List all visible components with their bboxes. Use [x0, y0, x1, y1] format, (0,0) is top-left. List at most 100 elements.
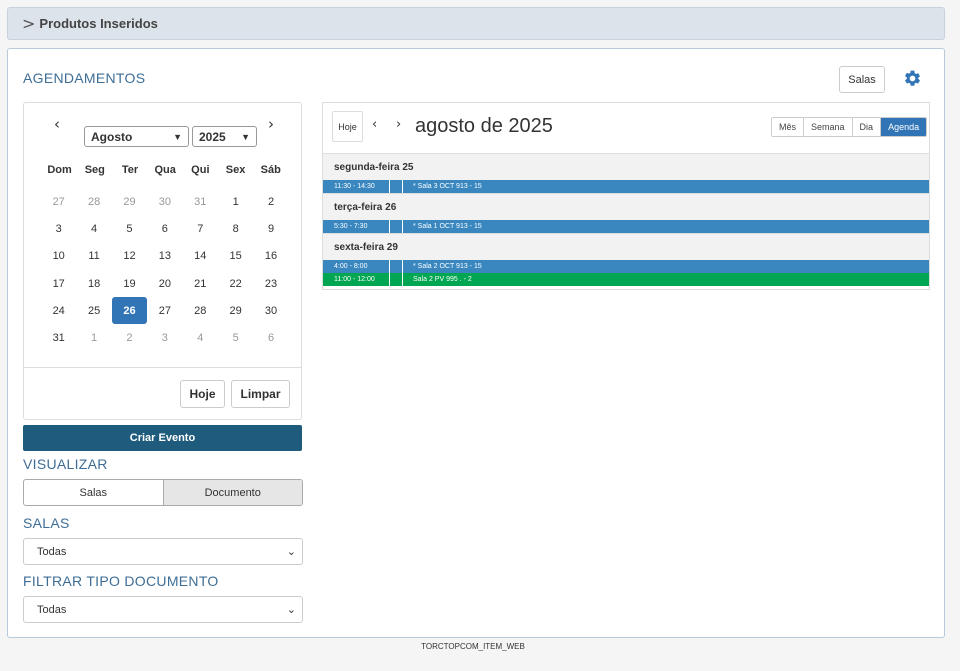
- weekday-label: Ter: [121, 164, 139, 176]
- filtrar-select-value: Todas: [37, 603, 67, 616]
- day-cell[interactable]: 30: [147, 188, 182, 215]
- visualizar-toggle: Salas Documento: [23, 479, 303, 506]
- view-semana-button[interactable]: Semana: [804, 118, 853, 136]
- weekday-label: Sáb: [260, 164, 281, 176]
- mini-calendar: ‹ Agosto ▼ 2025 ▼ › Dom Seg Ter Qua Qui Sex Sáb …: [23, 102, 302, 420]
- gear-icon[interactable]: [901, 67, 923, 89]
- day-cell-selected[interactable]: 26: [111, 297, 148, 325]
- calendar-title: agosto de 2025: [415, 115, 553, 137]
- agenda-event[interactable]: 4:00 - 8:00 * Sala 2 OCT 913 - 15: [323, 260, 929, 273]
- day-cell[interactable]: 8: [218, 215, 253, 242]
- agenda-day-header: sexta-feira 29: [323, 233, 929, 260]
- visualizar-salas-option[interactable]: Salas: [24, 480, 163, 505]
- day-cell[interactable]: 25: [76, 297, 111, 324]
- calendar-hoje-button[interactable]: Hoje: [332, 111, 363, 142]
- chevron-down-icon: ▼: [173, 131, 182, 142]
- agenda-event[interactable]: 11:00 - 12:00 Sala 2 PV 995 . - 2: [323, 273, 929, 286]
- produtos-inseridos-header[interactable]: > Produtos Inseridos: [7, 7, 945, 40]
- year-select-value: 2025: [199, 129, 226, 144]
- filtrar-select[interactable]: Todas ⌄: [23, 596, 303, 623]
- month-select-value: Agosto: [91, 129, 133, 144]
- day-cell[interactable]: 29: [112, 188, 147, 215]
- produtos-inseridos-title: Produtos Inseridos: [39, 16, 158, 31]
- day-cell[interactable]: 14: [183, 243, 218, 270]
- day-cell[interactable]: 28: [183, 297, 218, 324]
- chevron-down-icon: ▼: [241, 131, 250, 142]
- limpar-button[interactable]: Limpar: [231, 380, 290, 408]
- event-time: 5:30 - 7:30: [334, 223, 368, 230]
- day-cell[interactable]: 13: [147, 243, 182, 270]
- month-select[interactable]: Agosto ▼: [84, 126, 189, 147]
- event-time: 4:00 - 8:00: [334, 263, 368, 270]
- day-cell[interactable]: 19: [112, 270, 147, 297]
- weekday-label: Qui: [191, 164, 210, 176]
- day-cell[interactable]: 29: [218, 297, 253, 324]
- day-cell[interactable]: 27: [147, 297, 182, 324]
- view-switcher: Mês Semana Dia Agenda: [771, 117, 928, 137]
- chevron-down-icon: ⌄: [286, 545, 296, 558]
- weekday-header: Dom Seg Ter Qua Qui Sex Sáb: [42, 164, 288, 176]
- weekday-label: Dom: [47, 164, 72, 176]
- hoje-button[interactable]: Hoje: [180, 380, 225, 408]
- day-cell[interactable]: 1: [218, 188, 253, 215]
- day-cell[interactable]: 5: [218, 324, 253, 351]
- view-mes-button[interactable]: Mês: [772, 118, 805, 136]
- event-title: * Sala 1 OCT 913 - 15: [413, 223, 482, 230]
- weekday-label: Qua: [154, 164, 176, 176]
- day-cell[interactable]: 31: [183, 188, 218, 215]
- day-cell[interactable]: 2: [253, 188, 288, 215]
- day-cell[interactable]: 4: [183, 324, 218, 351]
- day-cell[interactable]: 10: [41, 243, 76, 270]
- salas-title: SALAS: [23, 515, 70, 531]
- day-cell[interactable]: 12: [112, 243, 147, 270]
- day-cell[interactable]: 18: [76, 270, 111, 297]
- day-cell[interactable]: 3: [147, 324, 182, 351]
- day-cell[interactable]: 7: [183, 215, 218, 242]
- day-cell[interactable]: 23: [253, 270, 288, 297]
- view-dia-button[interactable]: Dia: [852, 118, 882, 136]
- day-cell[interactable]: 5: [112, 215, 147, 242]
- day-cell[interactable]: 9: [253, 215, 288, 242]
- chevron-down-icon: ⌄: [286, 603, 296, 616]
- salas-button[interactable]: Salas: [839, 66, 885, 93]
- day-cell[interactable]: 4: [76, 215, 111, 242]
- event-separator: [389, 273, 403, 286]
- salas-select-value: Todas: [37, 545, 67, 558]
- day-cell[interactable]: 27: [41, 188, 76, 215]
- day-cell[interactable]: 24: [41, 297, 76, 324]
- day-cell[interactable]: 2: [112, 324, 147, 351]
- day-cell[interactable]: 1: [76, 324, 111, 351]
- day-cell[interactable]: 21: [183, 270, 218, 297]
- event-title: Sala 2 PV 995 . - 2: [413, 276, 472, 283]
- filtrar-title: FILTRAR TIPO DOCUMENTO: [23, 573, 219, 589]
- day-cell[interactable]: 28: [76, 188, 111, 215]
- agenda-event[interactable]: 11:30 - 14:30 * Sala 3 OCT 913 - 15: [323, 180, 929, 193]
- event-title: * Sala 3 OCT 913 - 15: [413, 183, 482, 190]
- day-cell[interactable]: 15: [218, 243, 253, 270]
- event-separator: [389, 180, 403, 193]
- year-select[interactable]: 2025 ▼: [192, 126, 257, 147]
- weekday-label: Sex: [225, 164, 246, 176]
- criar-evento-button[interactable]: Criar Evento: [23, 425, 302, 451]
- day-cell[interactable]: 22: [218, 270, 253, 297]
- view-agenda-button[interactable]: Agenda: [881, 118, 927, 136]
- day-cell[interactable]: 20: [147, 270, 182, 297]
- day-cell[interactable]: 6: [253, 324, 288, 351]
- event-time: 11:00 - 12:00: [334, 276, 375, 283]
- day-cell[interactable]: 31: [41, 324, 76, 351]
- footer-text: TORCTOPCOM_ITEM_WEB: [421, 642, 525, 651]
- agenda-day-header: segunda-feira 25: [323, 153, 929, 180]
- salas-select[interactable]: Todas ⌄: [23, 538, 303, 565]
- day-cell[interactable]: 6: [147, 215, 182, 242]
- day-cell[interactable]: 11: [76, 243, 111, 270]
- day-cell[interactable]: 17: [41, 270, 76, 297]
- next-month-button[interactable]: ›: [263, 115, 279, 133]
- day-cell[interactable]: 16: [253, 243, 288, 270]
- calendar-next-button[interactable]: ›: [396, 117, 401, 132]
- day-cell[interactable]: 3: [41, 215, 76, 242]
- prev-month-button[interactable]: ‹: [49, 115, 65, 133]
- visualizar-documento-option[interactable]: Documento: [162, 480, 302, 505]
- day-cell[interactable]: 30: [253, 297, 288, 324]
- calendar-prev-button[interactable]: ‹: [372, 117, 377, 132]
- agenda-event[interactable]: 5:30 - 7:30 * Sala 1 OCT 913 - 15: [323, 220, 929, 233]
